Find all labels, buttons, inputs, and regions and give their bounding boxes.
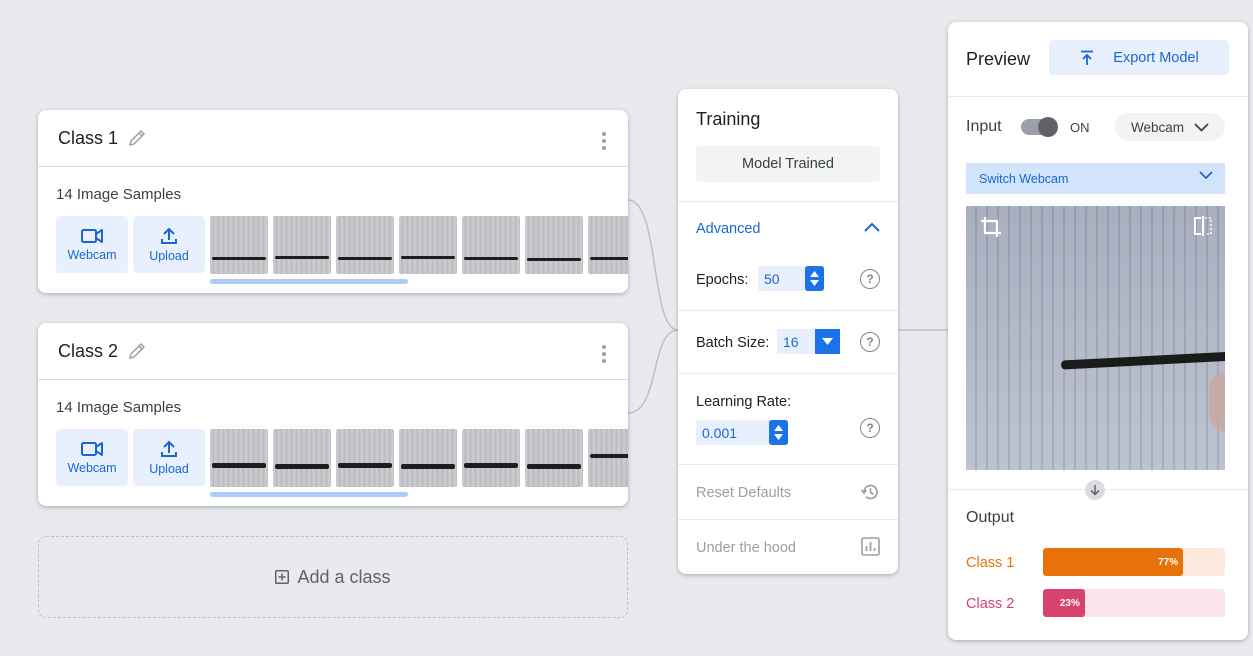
upload-button[interactable]: Upload	[133, 216, 205, 273]
sample-thumbnail[interactable]	[588, 216, 628, 274]
training-panel: Training Model Trained Advanced Epochs: …	[678, 89, 898, 574]
webcam-label: Webcam	[67, 460, 117, 475]
class-card-1: Class 1 14 Image Samples Webcam Upload	[38, 110, 628, 293]
webcam-button[interactable]: Webcam	[56, 216, 128, 273]
edit-pencil-icon[interactable]	[128, 129, 146, 147]
output-label: Output	[966, 509, 1015, 526]
export-model-label: Export Model	[1113, 49, 1199, 66]
video-camera-icon	[81, 228, 103, 243]
input-source-value: Webcam	[1130, 119, 1185, 135]
reset-defaults-button[interactable]: Reset Defaults	[696, 485, 791, 501]
confidence-percent: 77%	[1158, 556, 1179, 568]
thumbnail-scrollbar[interactable]	[210, 492, 408, 497]
webcam-feed	[966, 206, 1225, 470]
class-header: Class 2	[38, 323, 628, 380]
bar-chart-icon[interactable]	[861, 537, 880, 556]
caret-down-icon[interactable]	[815, 329, 840, 354]
sample-thumbnails[interactable]	[210, 216, 628, 274]
class-name[interactable]: Class 2	[58, 341, 118, 362]
upload-icon	[161, 440, 177, 457]
epochs-value: 50	[764, 270, 780, 287]
batch-size-label: Batch Size:	[696, 335, 770, 351]
edit-pencil-icon[interactable]	[128, 342, 146, 360]
train-model-button[interactable]: Model Trained	[696, 146, 880, 182]
confidence-fill: 77%	[1043, 548, 1184, 576]
sample-thumbnail[interactable]	[210, 429, 268, 487]
switch-webcam-label: Switch Webcam	[979, 171, 1069, 186]
upload-label: Upload	[149, 248, 189, 263]
help-icon[interactable]: ?	[860, 418, 880, 438]
chevron-down-icon	[1199, 171, 1213, 180]
sample-thumbnail[interactable]	[525, 429, 583, 487]
preview-title: Preview	[966, 49, 1031, 69]
preview-panel: Preview Export Model Input ON Webcam Swi…	[948, 22, 1248, 640]
add-class-label: Add a class	[297, 566, 391, 587]
history-icon[interactable]	[860, 482, 880, 502]
learning-rate-value: 0.001	[702, 424, 738, 441]
confidence-percent: 23%	[1059, 597, 1080, 609]
batch-size-select[interactable]: 16	[777, 329, 840, 354]
sample-thumbnail[interactable]	[462, 429, 520, 487]
upload-label: Upload	[149, 461, 189, 476]
input-source-select[interactable]: Webcam	[1115, 113, 1225, 141]
help-icon[interactable]: ?	[860, 332, 880, 352]
webcam-label: Webcam	[67, 247, 117, 262]
training-title: Training	[696, 109, 761, 129]
chevron-down-icon	[1194, 122, 1209, 132]
sample-thumbnail[interactable]	[462, 216, 520, 274]
learning-rate-label: Learning Rate:	[696, 394, 792, 410]
epochs-label: Epochs:	[696, 272, 749, 288]
sample-thumbnail[interactable]	[399, 429, 457, 487]
advanced-toggle[interactable]: Advanced	[696, 221, 761, 237]
upload-icon	[161, 227, 177, 244]
output-class-1-label: Class 1	[966, 555, 1015, 571]
confidence-fill: 23%	[1043, 589, 1085, 617]
sample-thumbnail[interactable]	[273, 216, 331, 274]
output-class-2-label: Class 2	[966, 596, 1015, 612]
class-name[interactable]: Class 1	[58, 128, 118, 149]
sample-thumbnail[interactable]	[336, 429, 394, 487]
learning-rate-input[interactable]: 0.001	[696, 420, 788, 445]
epochs-input[interactable]: 50	[758, 266, 824, 291]
thumbnail-scrollbar[interactable]	[210, 279, 408, 284]
upload-button[interactable]: Upload	[133, 429, 205, 486]
video-camera-icon	[81, 441, 103, 456]
crop-icon[interactable]	[980, 216, 1002, 238]
input-toggle[interactable]	[1021, 117, 1058, 137]
sample-thumbnail[interactable]	[273, 429, 331, 487]
under-the-hood-button[interactable]: Under the hood	[696, 540, 796, 556]
epochs-stepper[interactable]	[805, 266, 824, 291]
class-header: Class 1	[38, 110, 628, 167]
class-card-2: Class 2 14 Image Samples Webcam Upload	[38, 323, 628, 506]
sample-count: 14 Image Samples	[56, 186, 182, 203]
export-model-button[interactable]: Export Model	[1049, 40, 1229, 75]
output-class-1-bar: 77%	[1043, 548, 1225, 576]
sample-thumbnail[interactable]	[588, 429, 628, 487]
arrow-down-icon	[1085, 480, 1105, 500]
flip-icon[interactable]	[1193, 216, 1213, 236]
sample-thumbnails[interactable]	[210, 429, 628, 487]
chevron-up-icon[interactable]	[864, 222, 880, 232]
switch-webcam-select[interactable]: Switch Webcam	[966, 163, 1225, 194]
sample-count: 14 Image Samples	[56, 399, 182, 416]
more-options-icon[interactable]	[602, 132, 606, 150]
sample-thumbnail[interactable]	[525, 216, 583, 274]
output-class-2-bar: 23%	[1043, 589, 1225, 617]
sample-thumbnail[interactable]	[210, 216, 268, 274]
sample-thumbnail[interactable]	[336, 216, 394, 274]
export-upload-icon	[1081, 50, 1094, 65]
input-label: Input	[966, 118, 1002, 135]
sample-thumbnail[interactable]	[399, 216, 457, 274]
webcam-button[interactable]: Webcam	[56, 429, 128, 486]
learning-rate-stepper[interactable]	[769, 420, 788, 445]
more-options-icon[interactable]	[602, 345, 606, 363]
add-class-button[interactable]: Add a class	[38, 536, 628, 618]
batch-size-value: 16	[783, 333, 799, 350]
help-icon[interactable]: ?	[860, 269, 880, 289]
toggle-state: ON	[1070, 120, 1090, 135]
add-box-icon	[275, 570, 290, 584]
